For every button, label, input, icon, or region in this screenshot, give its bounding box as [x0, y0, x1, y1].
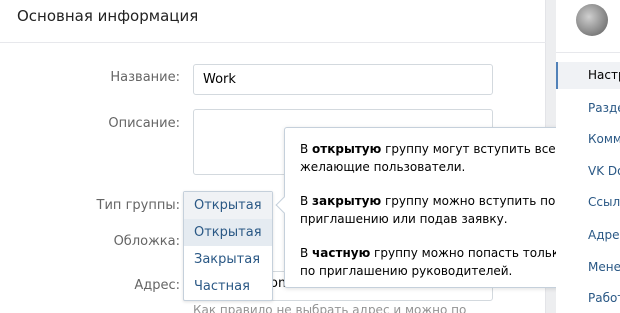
group-type-label: Тип группы:	[96, 198, 180, 213]
description-label: Описание:	[108, 116, 180, 131]
dropdown-option-private[interactable]: Частная	[184, 273, 272, 300]
main-info-card: Основная информация Название: Work Описа…	[0, 0, 584, 313]
menu-item-addresses[interactable]: Адреса	[556, 222, 620, 249]
menu-item-sections[interactable]: Разделы	[556, 95, 620, 122]
group-avatar[interactable]	[576, 4, 608, 36]
menu-item-settings[interactable]: Настройки	[556, 62, 620, 89]
dropdown-option-open[interactable]: Открытая	[184, 219, 272, 246]
cover-label: Обложка:	[113, 234, 180, 249]
right-settings-menu: Настройки Разделы Комментарии VK Donut С…	[556, 0, 620, 313]
dropdown-option-closed[interactable]: Закрытая	[184, 246, 272, 273]
tooltip-closed-text: В закрытую группу можно вступить по приг…	[300, 194, 556, 226]
group-type-dropdown[interactable]: Открытая Открытая Закрытая Частная	[183, 191, 273, 301]
tooltip-open-text: В открытую группу могут вступить все жел…	[300, 142, 556, 174]
address-hint: Как правило не выбрать адрес и можно по	[193, 303, 467, 313]
menu-item-managers[interactable]: Менеджеры	[556, 254, 620, 281]
tooltip-arrow	[275, 196, 293, 214]
menu-item-api[interactable]: Работа с API	[556, 285, 620, 312]
menu-item-vk-donut[interactable]: VK Donut	[556, 158, 620, 185]
address-label: Адрес:	[134, 278, 180, 293]
menu-item-comments[interactable]: Комментарии	[556, 126, 620, 153]
group-settings-page: Основная информация Название: Work Описа…	[0, 0, 620, 313]
card-header: Основная информация	[0, 0, 546, 43]
name-label: Название:	[110, 70, 180, 85]
dropdown-current-value[interactable]: Открытая	[184, 192, 272, 219]
group-type-tooltip: В открытую группу могут вступить все жел…	[275, 127, 584, 288]
name-input[interactable]: Work	[193, 64, 493, 95]
menu-divider	[556, 52, 620, 53]
tooltip-private-text: В частную группу можно попасть только по…	[300, 246, 567, 278]
menu-item-links[interactable]: Ссылки	[556, 189, 620, 216]
section-title: Основная информация	[17, 7, 199, 25]
